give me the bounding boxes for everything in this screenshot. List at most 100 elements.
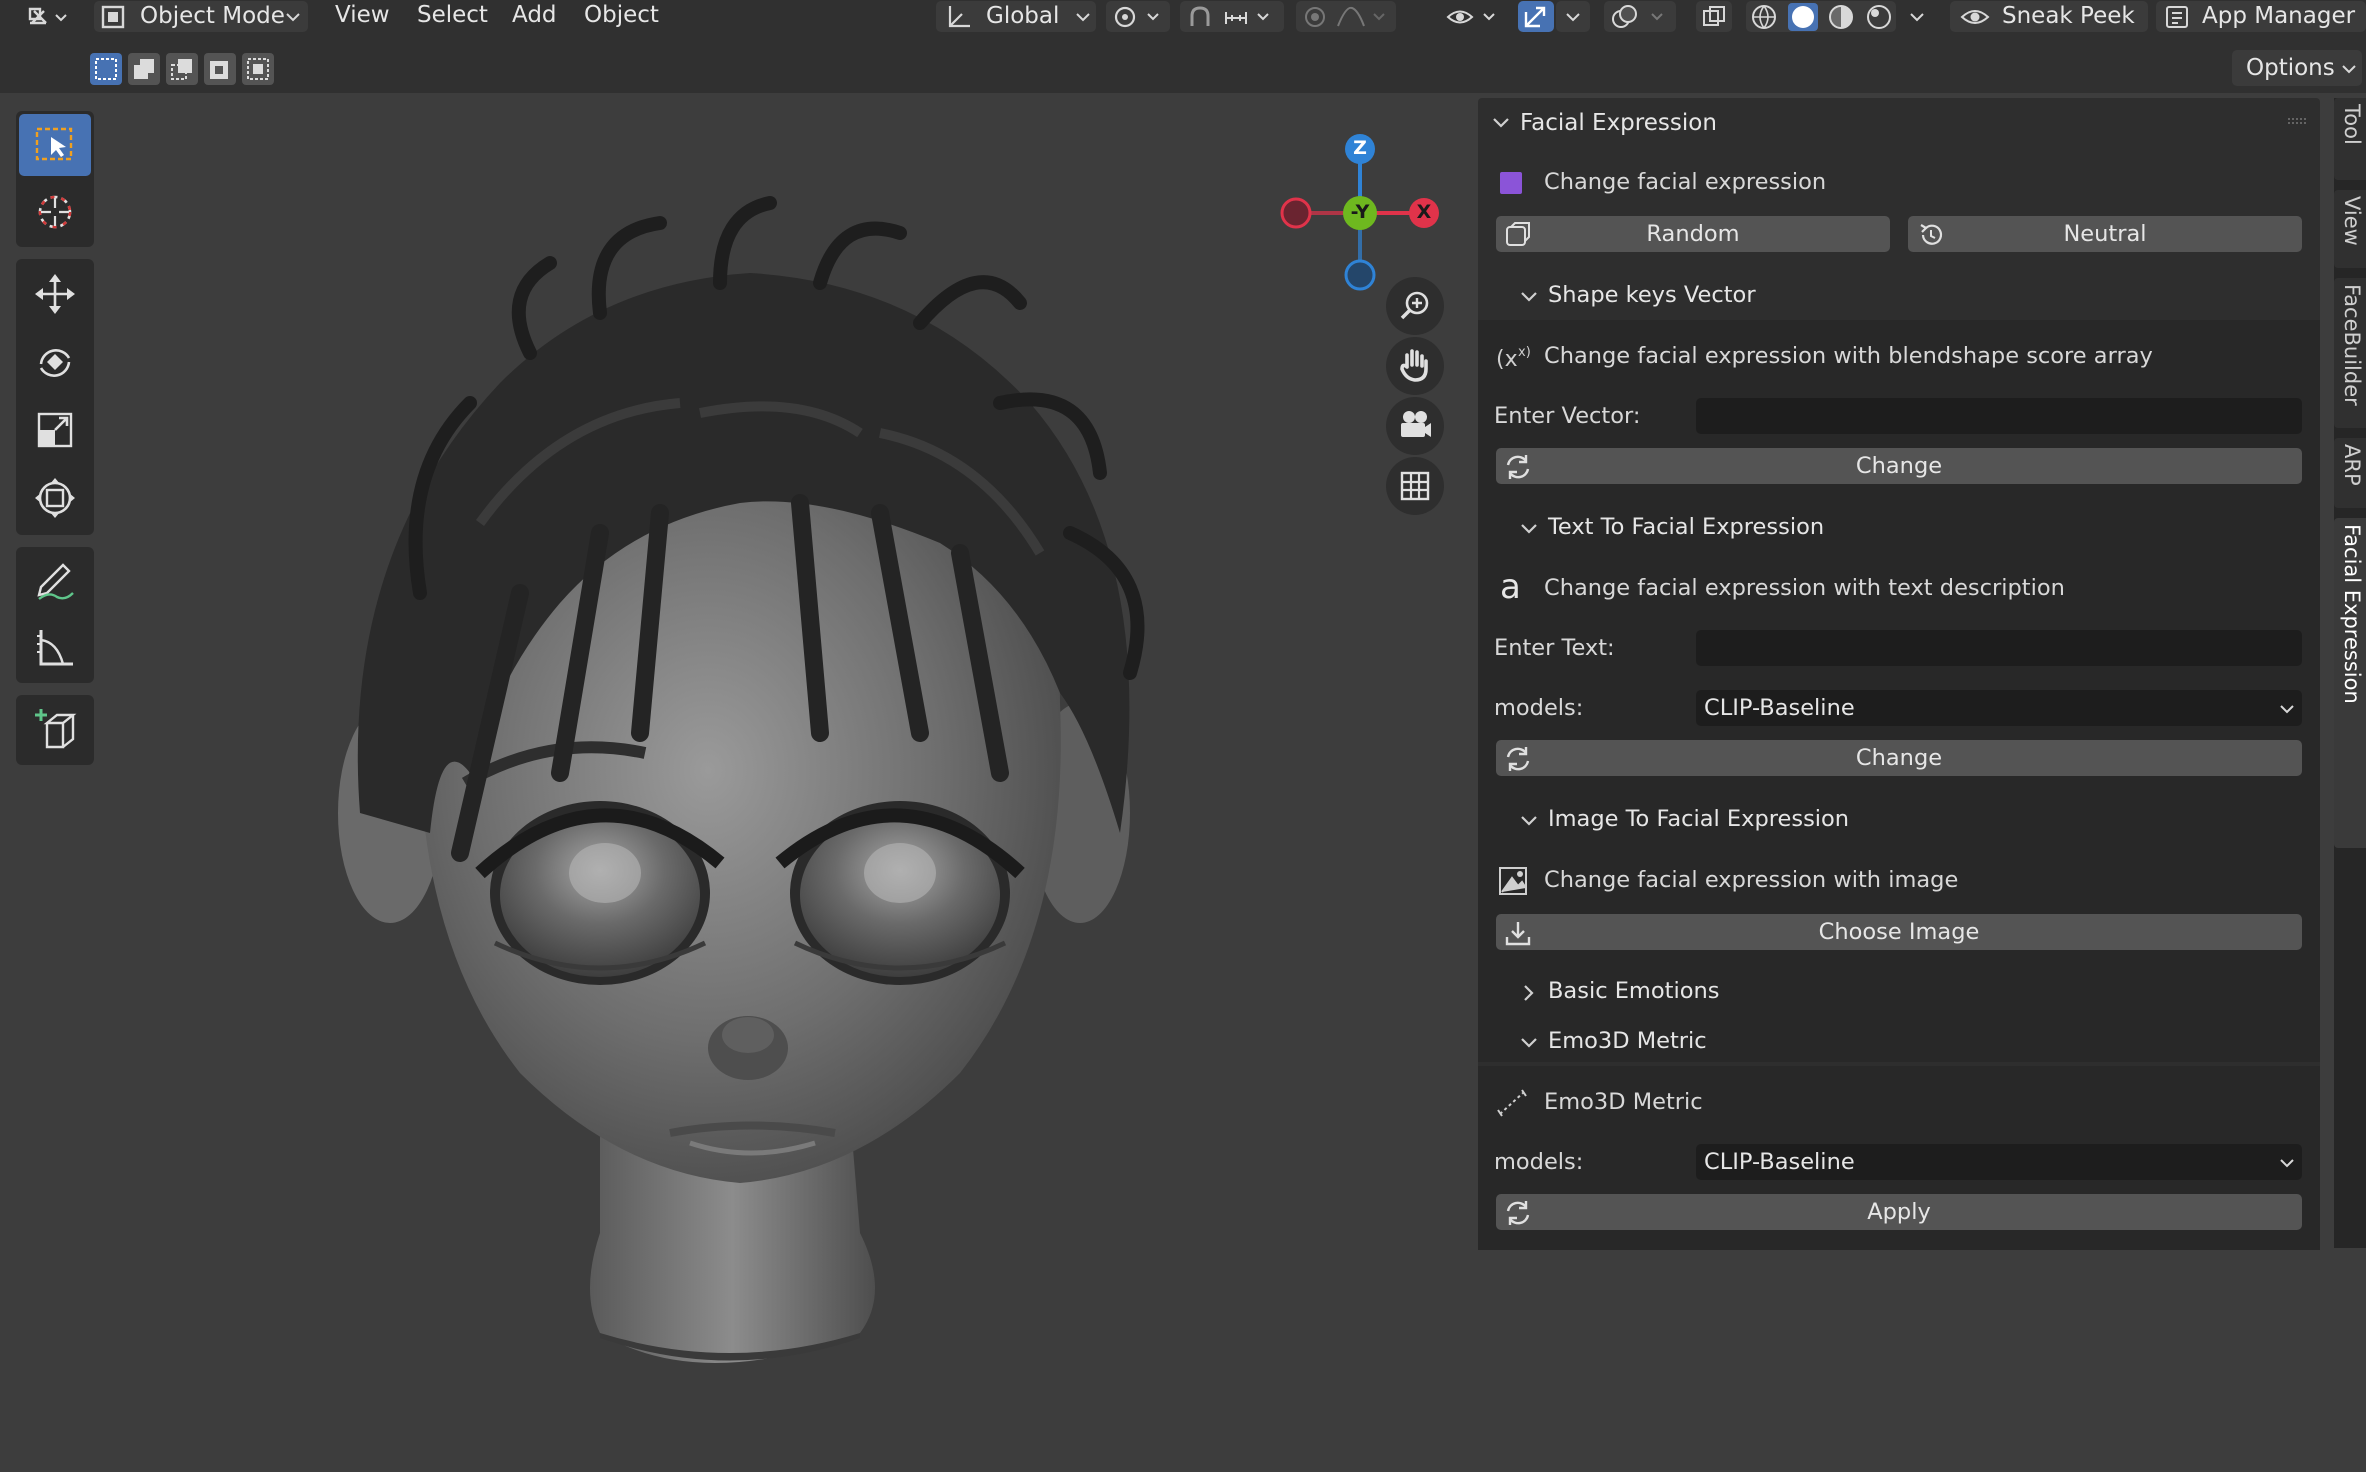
text-models-label: models: — [1494, 695, 1584, 721]
xray-icon — [1703, 6, 1725, 26]
editor-type-button[interactable] — [20, 1, 76, 32]
chevron-down-icon — [1566, 13, 1580, 22]
chevron-down-icon — [1521, 292, 1537, 302]
select-mode-icons[interactable] — [90, 53, 276, 85]
tab-facial-expression[interactable]: Facial Expression — [2334, 518, 2366, 848]
facial-expression-panel: Facial Expression Change facial expressi… — [1478, 98, 2320, 1250]
measure-tool[interactable] — [19, 617, 91, 679]
shading-dropdown[interactable] — [1900, 1, 1934, 32]
character-model[interactable] — [300, 173, 1200, 1433]
cursor-tool[interactable] — [19, 181, 91, 243]
svg-text:(x: (x — [1496, 347, 1518, 372]
cursor-icon — [38, 195, 72, 229]
vector-input[interactable] — [1696, 398, 2302, 434]
enter-text-label: Enter Text: — [1494, 635, 1615, 661]
basic-emotions-header[interactable]: Basic Emotions — [1478, 970, 2320, 1016]
proportional-icon — [1305, 6, 1385, 27]
chevron-down-icon — [1910, 13, 1924, 22]
chevron-down-icon — [1521, 816, 1537, 826]
annotate-tool[interactable] — [19, 550, 91, 612]
app-manager-button[interactable]: App Manager — [2156, 1, 2366, 32]
camera-view-button[interactable] — [1386, 397, 1444, 455]
tab-tool-label: Tool — [2340, 104, 2364, 145]
add-cube-tool[interactable] — [19, 699, 91, 761]
menu-object[interactable]: Object — [584, 0, 659, 33]
enter-vector-label: Enter Vector: — [1494, 403, 1641, 429]
orientation-icon — [948, 6, 970, 28]
proportional-editing[interactable] — [1296, 1, 1396, 32]
grid-icon — [1400, 471, 1430, 501]
overlay-dropdown[interactable] — [1604, 1, 1676, 32]
menu-add[interactable]: Add — [512, 0, 557, 33]
choose-image-button[interactable]: Choose Image — [1496, 914, 2302, 950]
zoom-button[interactable] — [1386, 277, 1444, 335]
tab-tool[interactable]: Tool — [2334, 98, 2366, 180]
tab-facebuilder[interactable]: FaceBuilder — [2334, 278, 2366, 428]
gizmo-dropdown[interactable] — [1556, 1, 1590, 32]
transform-icon — [35, 478, 75, 518]
options-label: Options — [2246, 55, 2335, 81]
mode-dropdown[interactable]: Object Mode — [94, 1, 308, 32]
menu-select[interactable]: Select — [417, 0, 488, 33]
shading-modes[interactable] — [1746, 1, 1896, 32]
chevron-down-icon — [2280, 1159, 2294, 1168]
apply-label: Apply — [1867, 1199, 1931, 1225]
text-expression-change-button[interactable]: Change — [1496, 740, 2302, 776]
dice-icon — [1506, 222, 1530, 246]
chevron-down-icon — [286, 13, 300, 22]
text-models-select[interactable]: CLIP-Baseline — [1696, 690, 2302, 726]
ortho-grid-button[interactable] — [1386, 457, 1444, 515]
tab-view[interactable]: View — [2334, 190, 2366, 268]
select-box-tool[interactable] — [19, 114, 91, 176]
text-input[interactable] — [1696, 630, 2302, 666]
panel-header[interactable]: Facial Expression — [1478, 98, 2320, 150]
orientation-dropdown[interactable]: Global — [936, 1, 1096, 32]
rotate-tool[interactable] — [19, 331, 91, 393]
vector-icon: (x x) — [1496, 345, 1530, 372]
shape-keys-change-button[interactable]: Change — [1496, 448, 2302, 484]
scale-icon — [37, 412, 73, 448]
neutral-button[interactable]: Neutral — [1908, 216, 2302, 252]
visibility-dropdown[interactable] — [1442, 1, 1506, 32]
random-label: Random — [1646, 221, 1740, 247]
snap-icon — [1190, 6, 1269, 26]
visibility-icon — [1446, 10, 1495, 24]
tab-arp[interactable]: ARP — [2334, 438, 2366, 508]
image-expression-header[interactable]: Image To Facial Expression — [1478, 798, 2320, 844]
overlay-icon — [1612, 5, 1663, 28]
object-mode-icon — [101, 5, 125, 29]
emo3d-models-select[interactable]: CLIP-Baseline — [1696, 1144, 2302, 1180]
tab-view-label: View — [2340, 196, 2364, 246]
text-expression-header[interactable]: Text To Facial Expression — [1478, 506, 2320, 552]
move-icon — [35, 274, 75, 314]
tab-arp-label: ARP — [2340, 444, 2364, 486]
options-dropdown[interactable]: Options — [2232, 50, 2362, 86]
pivot-icon — [1114, 6, 1159, 28]
sneak-peek-button[interactable]: Sneak Peek — [1950, 1, 2148, 32]
pivot-dropdown[interactable] — [1106, 1, 1170, 32]
emo3d-header[interactable]: Emo3D Metric — [1478, 1020, 2320, 1066]
shape-keys-header[interactable]: Shape keys Vector — [1478, 274, 2320, 320]
camera-icon — [1401, 411, 1431, 437]
gizmo-toggle[interactable] — [1518, 1, 1554, 32]
shape-keys-title: Shape keys Vector — [1548, 282, 1756, 308]
emo3d-models-value: CLIP-Baseline — [1704, 1149, 1855, 1175]
random-button[interactable]: Random — [1496, 216, 1890, 252]
xray-toggle[interactable] — [1696, 1, 1732, 32]
pan-button[interactable] — [1386, 337, 1444, 395]
transform-tool[interactable] — [19, 467, 91, 529]
drag-handle-icon[interactable] — [2286, 116, 2308, 128]
menu-view[interactable]: View — [335, 0, 390, 33]
snap-dropdown[interactable] — [1180, 1, 1284, 32]
apply-button[interactable]: Apply — [1496, 1194, 2302, 1230]
sidebar-tabs: Tool View FaceBuilder ARP Facial Express… — [2334, 98, 2366, 1248]
orientation-label: Global — [986, 3, 1060, 29]
tool-settings-bar: Options — [0, 33, 2366, 93]
scale-tool[interactable] — [19, 399, 91, 461]
app-manager-label: App Manager — [2202, 3, 2356, 29]
sneak-peek-label: Sneak Peek — [2002, 3, 2135, 29]
move-tool[interactable] — [19, 263, 91, 325]
import-icon — [1505, 922, 1531, 946]
emo3d-desc: Emo3D Metric — [1544, 1089, 1703, 1115]
basic-emotions-title: Basic Emotions — [1548, 978, 1720, 1004]
